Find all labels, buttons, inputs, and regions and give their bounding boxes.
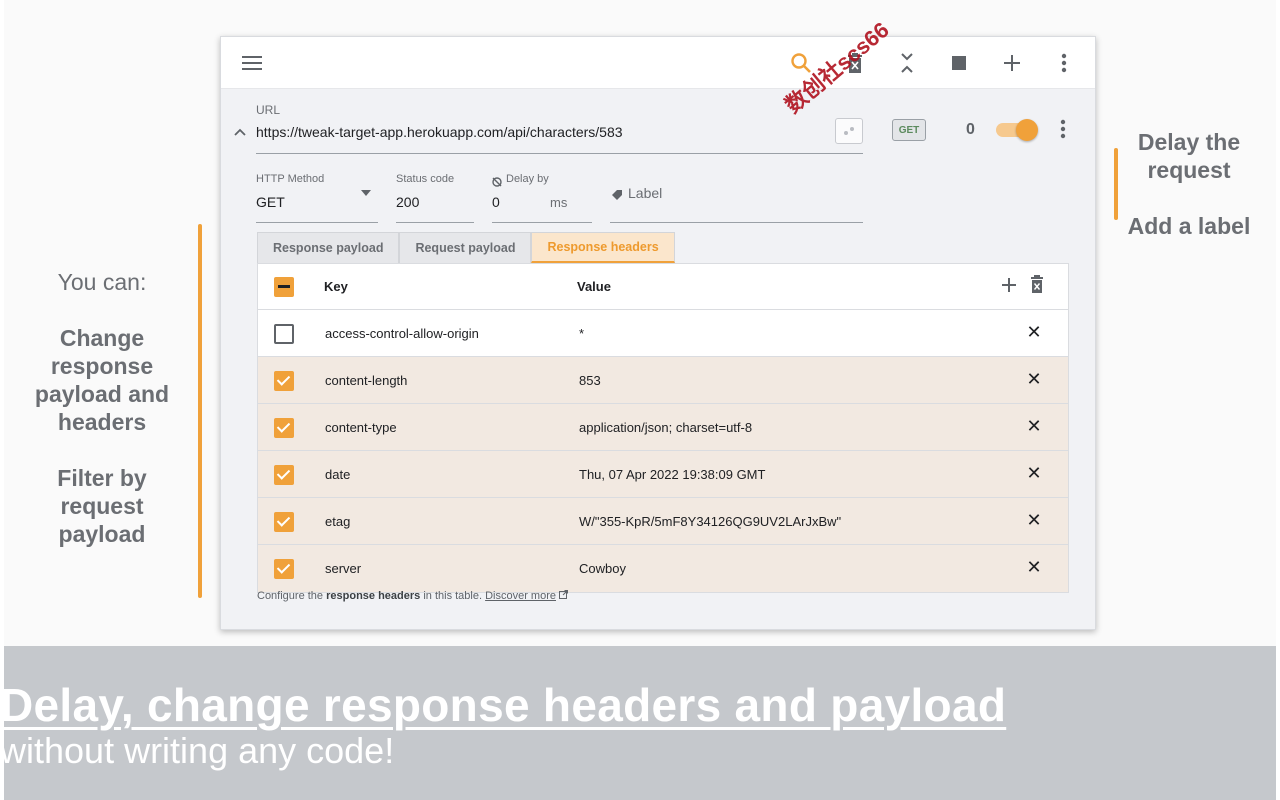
row-key[interactable]: date [325,467,350,482]
url-underline [256,153,863,154]
annotation-delay: Delay the request [1137,129,1241,183]
row-checkbox[interactable] [274,324,294,344]
table-row: content-length 853 ✕ [258,357,1068,404]
table-row: etag W/"355-KpR/5mF8Y34126QG9UV2LArJxBw"… [258,498,1068,545]
headers-table: Key Value access-control-allow-origin * … [257,263,1069,593]
row-checkbox[interactable] [274,418,294,438]
key-column-header: Key [324,279,348,294]
table-row: server Cowboy ✕ [258,545,1068,592]
row-key[interactable]: content-length [325,373,407,388]
row-more-vert-icon[interactable] [1053,117,1073,141]
row-key[interactable]: access-control-allow-origin [325,326,479,341]
value-column-header: Value [577,279,611,294]
table-footnote: Configure the response headers in this t… [257,590,569,602]
remove-row-icon[interactable]: ✕ [1024,416,1044,436]
row-value[interactable]: W/"355-KpR/5mF8Y34126QG9UV2LArJxBw" [579,514,841,529]
table-row: date Thu, 07 Apr 2022 19:38:09 GMT ✕ [258,451,1068,498]
right-annotations: Delay the request Add a label [1124,128,1254,240]
row-checkbox[interactable] [274,371,294,391]
left-annotations: You can: Change response payload and hea… [20,268,184,548]
http-method-label: HTTP Method [256,173,325,185]
row-value[interactable]: Cowboy [579,561,626,576]
discover-more-link[interactable]: Discover more [485,590,556,602]
tab-request-payload[interactable]: Request payload [399,232,532,263]
delay-unit: ms [550,195,568,210]
add-icon[interactable] [999,50,1025,76]
label-input[interactable]: Label [628,185,662,201]
dropdown-caret-icon[interactable] [361,190,371,196]
annotation-change-payload: Change response payload and headers [34,325,170,435]
hit-counter: 0 [966,121,975,138]
toolbar [221,37,1095,89]
row-checkbox[interactable] [274,559,294,579]
tab-response-headers[interactable]: Response headers [531,232,675,263]
image-placeholder-icon[interactable] [835,118,863,144]
url-input[interactable]: https://tweak-target-app.herokuapp.com/a… [256,124,623,140]
stop-icon[interactable] [946,50,972,76]
chevron-up-icon[interactable] [231,123,249,141]
remove-row-icon[interactable]: ✕ [1024,463,1044,483]
app-panel: URL https://tweak-target-app.herokuapp.c… [220,17,1096,630]
remove-row-icon[interactable]: ✕ [1024,557,1044,577]
left-accent-bar [198,224,202,598]
row-checkbox[interactable] [274,465,294,485]
status-code-underline [396,222,474,223]
delay-input[interactable]: 0 [492,194,500,210]
table-row: access-control-allow-origin * ✕ [258,310,1068,357]
banner-title: Delay, change response headers and paylo… [0,679,1007,731]
delete-selected-icon[interactable] [1030,275,1048,295]
label-tag-icon [611,188,623,200]
tab-bar: Response payload Request payload Respons… [257,232,675,263]
row-value[interactable]: application/json; charset=utf-8 [579,420,752,435]
method-badge: GET [892,119,926,141]
enable-toggle[interactable] [996,119,1038,141]
remove-row-icon[interactable]: ✕ [1024,510,1044,530]
status-code-label: Status code [396,173,455,185]
footnote-prefix: Configure the [257,590,324,602]
row-key[interactable]: content-type [325,420,397,435]
annotation-label: Add a label [1127,213,1251,239]
more-vert-icon[interactable] [1051,50,1077,76]
menu-icon[interactable] [239,50,265,76]
annotation-filter-payload: Filter by request payload [57,465,147,547]
row-value[interactable]: 853 [579,373,601,388]
delay-icon [492,174,502,187]
remove-row-icon[interactable]: ✕ [1024,322,1044,342]
collapse-all-icon[interactable] [894,50,920,76]
row-value[interactable]: * [579,326,584,341]
add-row-icon[interactable] [998,274,1020,296]
row-key[interactable]: server [325,561,361,576]
delay-label: Delay by [506,173,549,185]
tab-response-payload[interactable]: Response payload [257,232,400,263]
annotation-intro: You can: [57,269,147,295]
right-accent-bar [1114,148,1118,220]
remove-row-icon[interactable]: ✕ [1024,369,1044,389]
external-link-icon[interactable] [559,590,569,602]
footnote-suffix: in this table. [423,590,483,602]
http-method-underline [256,222,378,223]
status-code-input[interactable]: 200 [396,194,419,210]
footnote-bold: response headers [326,590,421,602]
label-underline [610,222,863,223]
url-label: URL [256,103,281,117]
banner-subtitle: without writing any code! [0,730,395,771]
delay-underline [492,222,592,223]
select-all-checkbox[interactable] [274,277,294,297]
row-value[interactable]: Thu, 07 Apr 2022 19:38:09 GMT [579,467,765,482]
table-row: content-type application/json; charset=u… [258,404,1068,451]
row-checkbox[interactable] [274,512,294,532]
http-method-select[interactable]: GET [256,194,285,210]
table-header-row: Key Value [258,264,1068,310]
row-key[interactable]: etag [325,514,350,529]
